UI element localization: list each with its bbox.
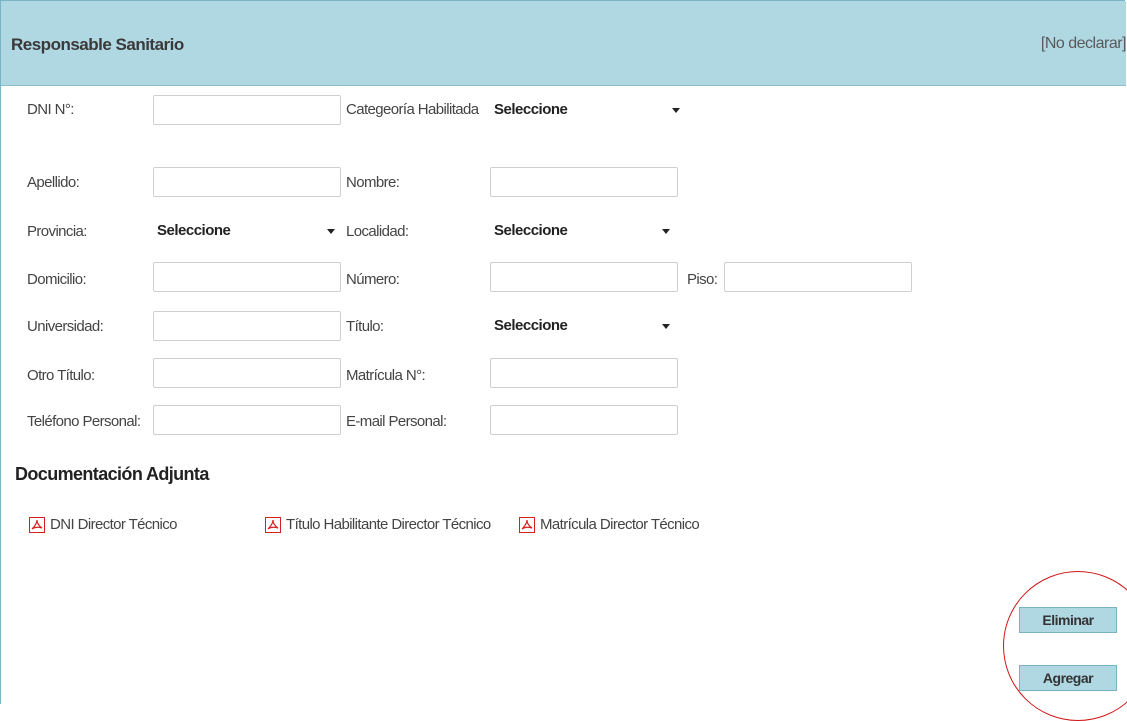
responsable-sanitario-panel: Responsable Sanitario [No declarar] DNI …	[0, 0, 1127, 704]
domicilio-label: Domicilio:	[27, 271, 87, 288]
chevron-down-icon	[672, 108, 680, 113]
email-label: E-mail Personal:	[346, 413, 447, 430]
numero-input[interactable]	[490, 262, 678, 292]
panel-title: Responsable Sanitario	[11, 35, 184, 54]
doc-link-matricula[interactable]: Matrícula Director Técnico	[519, 516, 700, 533]
matricula-label: Matrícula N°:	[346, 367, 426, 384]
doc-link-dni[interactable]: DNI Director Técnico	[29, 516, 178, 533]
provincia-label: Provincia:	[27, 223, 87, 240]
otro-titulo-input[interactable]	[153, 358, 341, 388]
doc-link-titulo[interactable]: Título Habilitante Director Técnico	[265, 516, 491, 533]
universidad-input[interactable]	[153, 311, 341, 341]
pdf-icon	[29, 516, 45, 533]
localidad-select[interactable]: Seleccione	[490, 218, 674, 244]
documentacion-title: Documentación Adjunta	[15, 464, 209, 484]
localidad-label: Localidad:	[346, 223, 409, 240]
chevron-down-icon	[327, 229, 335, 234]
titulo-select[interactable]: Seleccione	[490, 313, 674, 339]
doc-label: DNI Director Técnico	[50, 516, 178, 533]
email-input[interactable]	[490, 405, 678, 435]
categoria-label: Categeoría Habilitada	[346, 101, 479, 118]
provincia-select-value: Seleccione	[157, 222, 231, 239]
nombre-label: Nombre:	[346, 174, 400, 191]
doc-label: Matrícula Director Técnico	[540, 516, 700, 533]
localidad-select-value: Seleccione	[494, 222, 568, 239]
pdf-icon	[265, 516, 281, 533]
otro-titulo-label: Otro Título:	[27, 367, 95, 384]
titulo-select-value: Seleccione	[494, 317, 568, 334]
chevron-down-icon	[662, 324, 670, 329]
numero-label: Número:	[346, 271, 400, 288]
piso-label: Piso:	[687, 271, 718, 288]
categoria-select[interactable]: Seleccione	[490, 97, 684, 123]
apellido-input[interactable]	[153, 167, 341, 197]
doc-label: Título Habilitante Director Técnico	[286, 516, 491, 533]
dni-input[interactable]	[153, 95, 341, 125]
telefono-input[interactable]	[153, 405, 341, 435]
pdf-icon	[519, 516, 535, 533]
matricula-input[interactable]	[490, 358, 678, 388]
categoria-select-value: Seleccione	[494, 101, 568, 118]
piso-input[interactable]	[724, 262, 912, 292]
dni-label: DNI N°:	[27, 101, 74, 118]
no-declarar-link[interactable]: [No declarar]	[1041, 35, 1127, 53]
chevron-down-icon	[662, 229, 670, 234]
provincia-select[interactable]: Seleccione	[153, 218, 339, 244]
titulo-label: Título:	[346, 318, 384, 335]
nombre-input[interactable]	[490, 167, 678, 197]
universidad-label: Universidad:	[27, 318, 104, 335]
telefono-label: Teléfono Personal:	[27, 413, 141, 430]
apellido-label: Apellido:	[27, 174, 80, 191]
panel-header: Responsable Sanitario [No declarar]	[1, 1, 1127, 86]
domicilio-input[interactable]	[153, 262, 341, 292]
